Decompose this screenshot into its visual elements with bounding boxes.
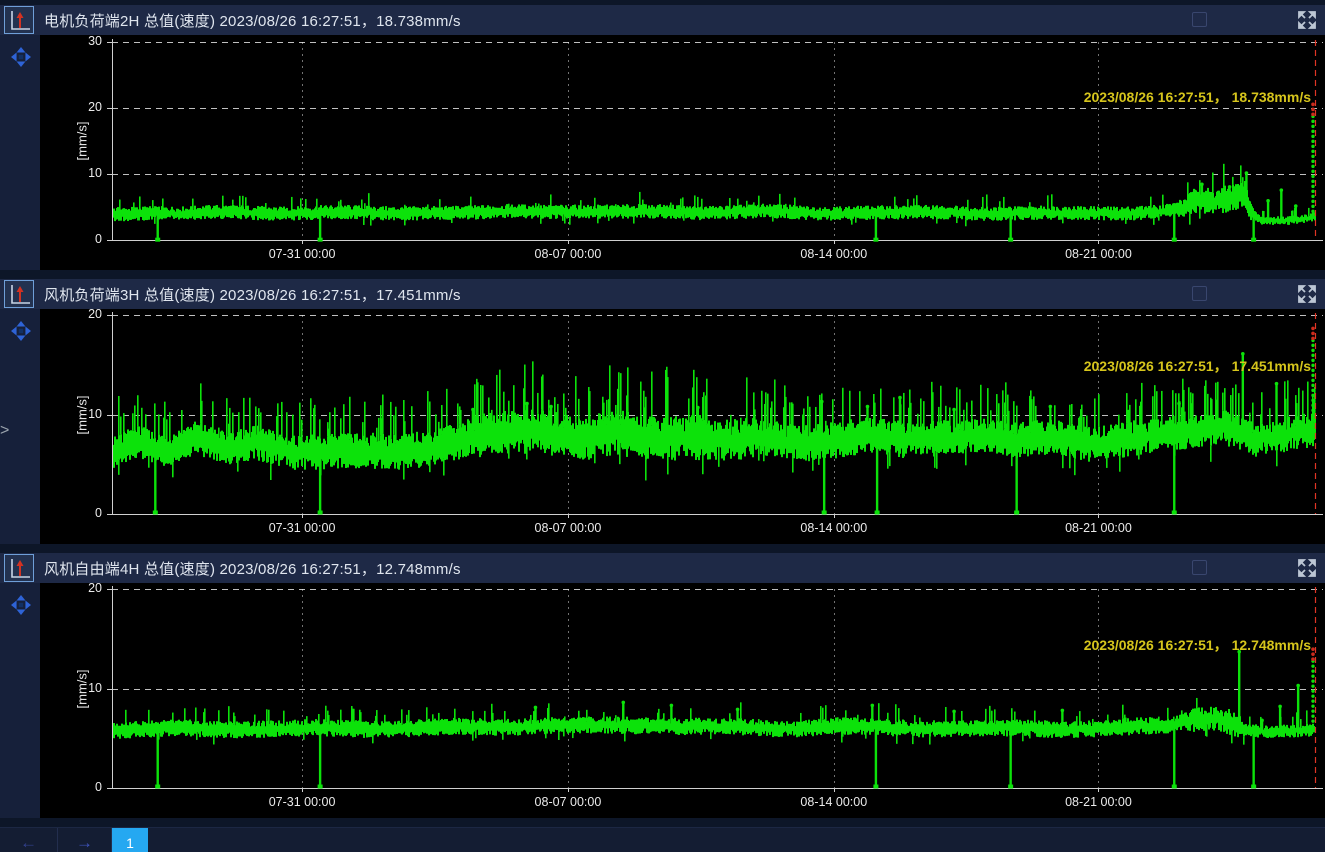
y-tick-label: 20	[40, 309, 102, 321]
panel-titlebar: 电机负荷端2H 总值(速度) 2023/08/26 16:27:51，18.73…	[0, 5, 1325, 35]
trend-axis-icon-button[interactable]	[4, 554, 34, 582]
page-button-1[interactable]: 1	[112, 828, 148, 852]
x-tick-label: 08-14 00:00	[779, 521, 889, 535]
y-axis-label: [mm/s]	[75, 122, 90, 161]
x-tick-label: 08-21 00:00	[1043, 795, 1153, 809]
y-tick-label: 0	[40, 506, 102, 520]
cursor-annotation: 2023/08/26 16:27:51， 17.451mm/s	[1084, 356, 1311, 376]
pan-move-icon[interactable]	[11, 595, 31, 615]
expand-icon[interactable]	[1297, 558, 1317, 578]
y-tick-label: 20	[40, 583, 102, 595]
trend-axis-icon-button[interactable]	[4, 280, 34, 308]
prev-page-button[interactable]: ←	[0, 828, 58, 852]
plot-area[interactable]: [mm/s] 2023/08/26 16:27:51， 12.748mm/s 0…	[40, 583, 1325, 818]
chevron-right-icon[interactable]: >	[0, 420, 9, 442]
panel-checkbox[interactable]	[1192, 560, 1207, 575]
x-tick-label: 07-31 00:00	[247, 521, 357, 535]
pan-move-icon[interactable]	[11, 47, 31, 67]
x-tick-label: 08-07 00:00	[513, 247, 623, 261]
trend-panel-1: 电机负荷端2H 总值(速度) 2023/08/26 16:27:51，18.73…	[0, 5, 1325, 270]
x-tick-label: 08-07 00:00	[513, 521, 623, 535]
x-tick-label: 08-07 00:00	[513, 795, 623, 809]
y-tick-label: 10	[40, 166, 102, 180]
y-tick-label: 30	[40, 35, 102, 48]
panel-checkbox[interactable]	[1192, 286, 1207, 301]
x-tick-label: 08-14 00:00	[779, 247, 889, 261]
x-tick-label: 07-31 00:00	[247, 247, 357, 261]
panel-left-strip	[0, 583, 40, 818]
trend-axis-icon	[7, 282, 31, 306]
trend-axis-icon	[7, 556, 31, 580]
trend-axis-icon-button[interactable]	[4, 6, 34, 34]
y-tick-label: 10	[40, 407, 102, 421]
panel-left-strip	[0, 35, 40, 270]
trend-chart-canvas[interactable]	[40, 583, 1325, 818]
panel-titlebar: 风机负荷端3H 总值(速度) 2023/08/26 16:27:51，17.45…	[0, 279, 1325, 309]
panel-checkbox[interactable]	[1192, 12, 1207, 27]
plot-area[interactable]: [mm/s] 2023/08/26 16:27:51， 17.451mm/s 0…	[40, 309, 1325, 544]
vibration-trend-dashboard: > 电机负荷端2H 总值(速度) 2023/08/26 16:27:51，18.…	[0, 0, 1325, 852]
panel-titlebar: 风机自由端4H 总值(速度) 2023/08/26 16:27:51，12.74…	[0, 553, 1325, 583]
trend-chart-canvas[interactable]	[40, 309, 1325, 544]
x-tick-label: 07-31 00:00	[247, 795, 357, 809]
trend-panel-2: 风机负荷端3H 总值(速度) 2023/08/26 16:27:51，17.45…	[0, 279, 1325, 544]
cursor-annotation: 2023/08/26 16:27:51， 18.738mm/s	[1084, 87, 1311, 107]
expand-icon[interactable]	[1297, 284, 1317, 304]
panel-title: 风机负荷端3H 总值(速度) 2023/08/26 16:27:51，17.45…	[44, 284, 461, 305]
y-tick-label: 0	[40, 232, 102, 246]
expand-icon[interactable]	[1297, 10, 1317, 30]
next-page-button[interactable]: →	[58, 828, 112, 852]
trend-panel-3: 风机自由端4H 总值(速度) 2023/08/26 16:27:51，12.74…	[0, 553, 1325, 818]
trend-axis-icon	[7, 8, 31, 32]
plot-area[interactable]: [mm/s] 2023/08/26 16:27:51， 18.738mm/s 0…	[40, 35, 1325, 270]
cursor-annotation: 2023/08/26 16:27:51， 12.748mm/s	[1084, 635, 1311, 655]
y-tick-label: 10	[40, 681, 102, 695]
y-tick-label: 0	[40, 780, 102, 794]
pan-move-icon[interactable]	[11, 321, 31, 341]
x-tick-label: 08-21 00:00	[1043, 521, 1153, 535]
x-tick-label: 08-14 00:00	[779, 795, 889, 809]
trend-chart-canvas[interactable]	[40, 35, 1325, 270]
panel-title: 风机自由端4H 总值(速度) 2023/08/26 16:27:51，12.74…	[44, 558, 461, 579]
x-tick-label: 08-21 00:00	[1043, 247, 1153, 261]
y-tick-label: 20	[40, 100, 102, 114]
panel-title: 电机负荷端2H 总值(速度) 2023/08/26 16:27:51，18.73…	[44, 10, 461, 31]
pagination-bar: ← → 1	[0, 827, 1325, 852]
